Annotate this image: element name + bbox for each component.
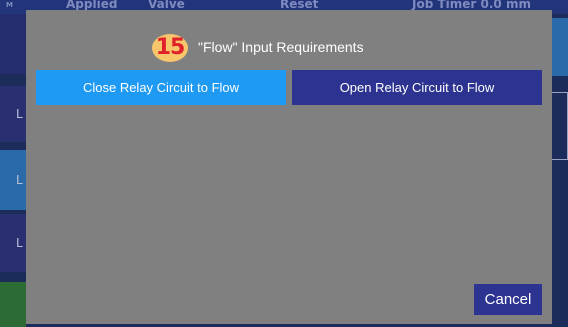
background-tile: L <box>0 86 26 142</box>
background-tile-label: L <box>16 236 23 250</box>
background-tile: L <box>0 214 26 272</box>
dialog-header: 15 "Flow" Input Requirements <box>26 34 552 64</box>
open-relay-circuit-button[interactable]: Open Relay Circuit to Flow <box>292 70 542 105</box>
background-tile <box>0 14 26 74</box>
background-tile-label: L <box>16 173 23 187</box>
close-relay-circuit-button[interactable]: Close Relay Circuit to Flow <box>36 70 286 105</box>
background-tile: L <box>0 150 26 210</box>
flow-input-dialog: 15 "Flow" Input Requirements Close Relay… <box>26 10 552 324</box>
background-panel <box>552 92 568 160</box>
background-tile <box>552 18 568 76</box>
cancel-button[interactable]: Cancel <box>474 284 542 315</box>
background-tile <box>0 282 26 327</box>
step-number-badge: 15 <box>152 34 188 62</box>
background-tile-label: L <box>16 107 23 121</box>
dialog-title: "Flow" Input Requirements <box>198 39 364 55</box>
menu-glyph: M <box>6 1 13 9</box>
